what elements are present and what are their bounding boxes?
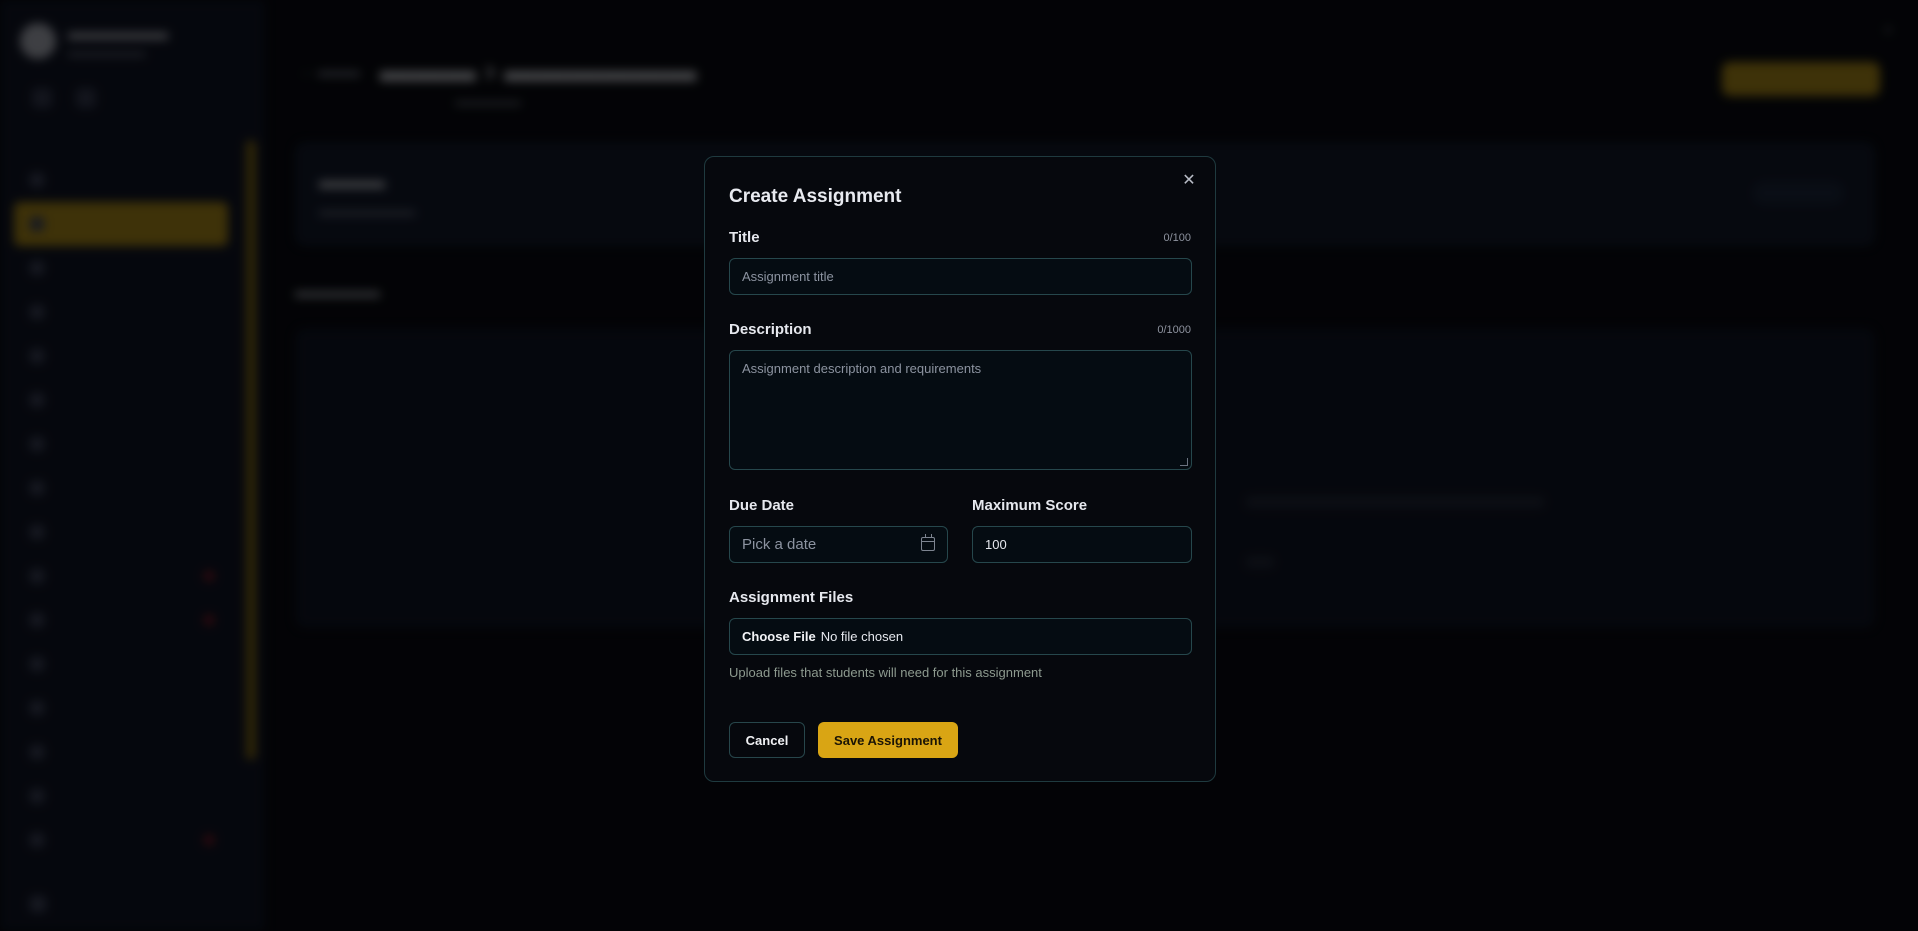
choose-file-button[interactable]: Choose File bbox=[742, 629, 816, 644]
save-assignment-button[interactable]: Save Assignment bbox=[818, 722, 958, 758]
description-placeholder: Assignment description and requirements bbox=[742, 361, 982, 376]
due-date-label: Due Date bbox=[729, 497, 795, 514]
description-counter: 0/1000 bbox=[1157, 324, 1191, 336]
dialog-title: Create Assignment bbox=[729, 186, 902, 207]
resize-handle[interactable] bbox=[1180, 458, 1188, 466]
max-score-input[interactable]: 100 bbox=[972, 526, 1192, 563]
description-label: Description bbox=[729, 321, 812, 338]
title-input[interactable]: Assignment title bbox=[729, 258, 1192, 295]
due-date-placeholder: Pick a date bbox=[742, 536, 817, 553]
calendar-icon bbox=[921, 534, 935, 551]
cancel-button[interactable]: Cancel bbox=[729, 722, 805, 758]
close-icon[interactable]: ✕ bbox=[1179, 171, 1199, 191]
file-status: No file chosen bbox=[820, 629, 904, 644]
file-input[interactable]: Choose File No file chosen bbox=[729, 618, 1192, 655]
max-score-label: Maximum Score bbox=[972, 497, 1088, 514]
due-date-picker[interactable]: Pick a date bbox=[729, 526, 948, 563]
files-hint: Upload files that students will need for… bbox=[729, 665, 1042, 680]
title-placeholder: Assignment title bbox=[742, 269, 834, 284]
title-label: Title bbox=[729, 229, 760, 246]
max-score-value: 100 bbox=[985, 537, 1007, 552]
description-textarea[interactable]: Assignment description and requirements bbox=[729, 350, 1192, 470]
title-counter: 0/100 bbox=[1163, 232, 1191, 244]
files-label: Assignment Files bbox=[729, 589, 854, 606]
create-assignment-dialog: ✕ Create Assignment Title 0/100 Assignme… bbox=[704, 156, 1216, 782]
